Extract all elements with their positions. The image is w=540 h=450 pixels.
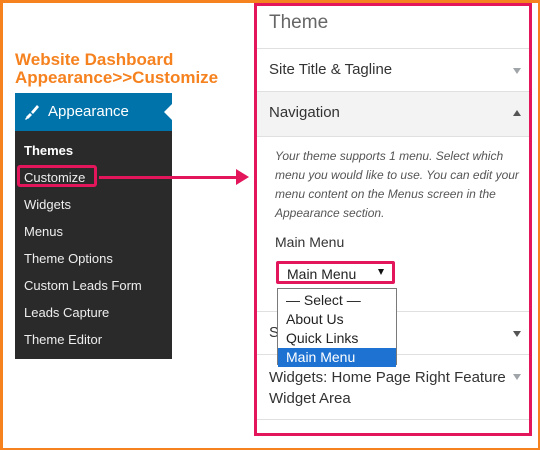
chevron-down-icon [513, 374, 521, 380]
submenu-item-themes[interactable]: Themes [24, 143, 73, 158]
main-menu-dropdown-list: — Select — About Us Quick Links Main Men… [277, 288, 397, 367]
submenu-item-menus[interactable]: Menus [24, 224, 63, 239]
divider [257, 419, 529, 420]
customize-highlight-box [17, 165, 97, 187]
menu-item-appearance[interactable]: Appearance [15, 93, 172, 131]
pointer-arrow-head [236, 169, 249, 185]
main-menu-field-label: Main Menu [275, 234, 345, 250]
paintbrush-icon [23, 103, 41, 121]
dropdown-option-main-menu[interactable]: Main Menu [278, 348, 396, 367]
section-navigation-label: Navigation [269, 104, 340, 121]
submenu-item-leads-capture[interactable]: Leads Capture [24, 305, 109, 320]
caption: Website Dashboard Appearance>>Customize [15, 51, 218, 87]
divider [257, 48, 529, 49]
appearance-label: Appearance [48, 103, 129, 120]
section-widgets-label: Widgets: Home Page Right Feature Widget … [269, 369, 506, 407]
caption-line-2: Appearance>>Customize [15, 68, 219, 87]
caption-line-1: Website Dashboard [15, 50, 174, 69]
dropdown-caret-icon [378, 269, 384, 275]
frame-border-left [0, 0, 3, 450]
chevron-up-icon[interactable] [513, 110, 521, 116]
submenu-item-widgets[interactable]: Widgets [24, 197, 71, 212]
admin-sidebar-menu: Appearance Themes Customize Widgets Menu… [15, 93, 172, 359]
current-menu-notch [164, 104, 172, 120]
chevron-down-icon[interactable] [513, 331, 521, 337]
dropdown-option-quick-links[interactable]: Quick Links [278, 329, 396, 348]
submenu-item-theme-options[interactable]: Theme Options [24, 251, 113, 266]
dropdown-option-about-us[interactable]: About Us [278, 310, 396, 329]
submenu-item-custom-leads-form[interactable]: Custom Leads Form [24, 278, 142, 293]
pointer-arrow-line [99, 176, 238, 179]
section-site-title-label: Site Title & Tagline [269, 61, 393, 78]
divider [257, 136, 529, 137]
main-menu-select[interactable]: Main Menu [276, 261, 395, 284]
dropdown-option-select[interactable]: — Select — [278, 291, 396, 310]
customizer-panel: Theme Site Title & Tagline Navigation Yo… [254, 3, 532, 436]
chevron-down-icon [513, 68, 521, 74]
panel-title: Theme [269, 12, 329, 33]
navigation-description: Your theme supports 1 menu. Select which… [275, 149, 519, 220]
main-menu-select-value: Main Menu [287, 266, 357, 282]
submenu-item-theme-editor[interactable]: Theme Editor [24, 332, 102, 347]
